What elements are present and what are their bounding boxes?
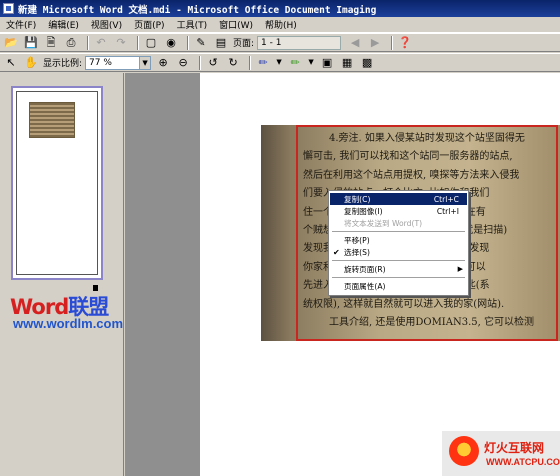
menu-separator — [332, 231, 465, 232]
reading-view-icon[interactable]: ▤ — [213, 35, 229, 50]
menu-item-label: 复制图像(I) — [344, 206, 383, 216]
toolbar-separator — [391, 35, 394, 50]
scan-line: 统权限), 这样就自然就可以进入我的家(网站). — [303, 298, 505, 310]
annotation-toolbar: ↖ ✋ 显示比例: 77 % ▼ ⊕ ⊖ ↺ ↻ ✏ ▼ ✏ ▼ ▣ ▦ ▩ — [0, 53, 560, 72]
menu-bar: 文件(F) 编辑(E) 视图(V) 页面(P) 工具(T) 窗口(W) 帮助(H… — [0, 17, 560, 33]
scan-line: 懈可击, 我们可以找和这个站同一服务器的站点, — [303, 151, 513, 163]
menu-item-label: 将文本发送到 Word(T) — [344, 218, 423, 228]
watermark-url: WWW.ATCPU.COM — [486, 457, 560, 467]
menu-item-copy-image[interactable]: 复制图像(I) Ctrl+I — [330, 205, 467, 217]
toolbar-separator — [87, 35, 89, 50]
watermark: 灯火互联网 WWW.ATCPU.COM — [442, 431, 560, 476]
menu-help[interactable]: 帮助(H) — [259, 18, 303, 31]
menu-page[interactable]: 页面(P) — [128, 18, 170, 31]
scan-line: 4.旁注. 如果入侵某站时发现这个站坚固得无 — [329, 133, 525, 144]
prev-page-icon[interactable]: ◀ — [347, 35, 363, 50]
chevron-down-icon[interactable]: ▼ — [307, 55, 315, 70]
annotation-icon[interactable]: ▩ — [359, 55, 375, 70]
chevron-down-icon[interactable]: ▼ — [139, 56, 151, 69]
menu-tools[interactable]: 工具(T) — [171, 18, 214, 31]
menu-item-pan[interactable]: 平移(P) — [330, 234, 467, 246]
menu-item-shortcut: Ctrl+I — [436, 206, 459, 216]
menu-item-label: 复制(C) — [344, 194, 371, 204]
print-icon[interactable]: ⎙ — [63, 35, 79, 50]
menu-item-page-properties[interactable]: 页面属性(A) — [330, 280, 467, 292]
help-icon[interactable]: ❓ — [397, 35, 413, 50]
zoom-out-icon[interactable]: ⊖ — [175, 55, 191, 70]
menu-item-label: 页面属性(A) — [344, 281, 386, 291]
rotate-right-icon[interactable]: ↻ — [225, 55, 241, 70]
menu-item-label: 旋转页面(R) — [344, 264, 386, 274]
watermark-name: 灯火互联网 — [484, 441, 545, 455]
print-preview-icon[interactable]: 🗎 — [43, 35, 59, 50]
zoom-label: 显示比例: — [43, 59, 83, 69]
menu-item-label: 选择(S) — [344, 247, 370, 257]
menu-file[interactable]: 文件(F) — [0, 18, 42, 31]
zoom-value: 77 % — [89, 57, 112, 68]
thumbnail-image — [29, 102, 75, 138]
hand-icon[interactable]: ✋ — [23, 55, 39, 70]
toolbar-separator — [137, 35, 139, 50]
menu-item-label: 平移(P) — [344, 235, 370, 245]
menu-window[interactable]: 窗口(W) — [213, 18, 259, 31]
title-bar: 新建 Microsoft Word 文档.mdi - Microsoft Off… — [0, 0, 560, 17]
zoom-select[interactable]: 77 % ▼ — [85, 55, 152, 70]
menu-separator — [332, 260, 465, 261]
redo-icon[interactable]: ↷ — [113, 35, 129, 50]
save-icon[interactable]: 💾 — [23, 35, 39, 50]
page-label: 页面: — [233, 39, 255, 49]
menu-item-select[interactable]: ✔ 选择(S) — [330, 246, 467, 258]
find-icon[interactable]: ◉ — [163, 35, 179, 50]
rotate-left-icon[interactable]: ↺ — [205, 55, 221, 70]
scan-line: 工具介绍, 还是使用DOMIAN3.5, 它可以检测 — [329, 316, 534, 328]
thumbnail-page — [16, 91, 98, 275]
open-icon[interactable]: 📂 — [3, 35, 19, 50]
thumbnail-pane: Word联盟 www.wordlm.com — [0, 73, 124, 476]
zoom-in-icon[interactable]: ⊕ — [155, 55, 171, 70]
window-title: 新建 Microsoft Word 文档.mdi - Microsoft Off… — [18, 4, 377, 16]
submenu-arrow-icon: ▶ — [457, 265, 463, 273]
menu-item-rotate-page[interactable]: 旋转页面(R) ▶ — [330, 263, 467, 275]
app-icon — [3, 3, 14, 14]
undo-icon[interactable]: ↶ — [93, 35, 109, 50]
next-page-icon[interactable]: ▶ — [367, 35, 383, 50]
page-thumbnail[interactable] — [11, 86, 103, 280]
menu-item-send-to-word: 将文本发送到 Word(T) — [330, 217, 467, 229]
menu-edit[interactable]: 编辑(E) — [42, 18, 85, 31]
standard-toolbar: 📂 💾 🗎 ⎙ ↶ ↷ ▢ ◉ ✎ ▤ 页面: 1 - 1 ◀ ▶ ❓ — [0, 33, 560, 52]
menu-separator — [332, 277, 465, 278]
picture-icon[interactable]: ▦ — [339, 55, 355, 70]
menu-view[interactable]: 视图(V) — [85, 18, 128, 31]
toolbar-separator — [249, 55, 252, 70]
text-box-icon[interactable]: ▣ — [319, 55, 335, 70]
toolbar-separator — [199, 55, 202, 70]
brand-url: www.wordlm.com — [13, 316, 124, 331]
page-field[interactable]: 1 - 1 — [257, 35, 342, 50]
check-icon: ✔ — [333, 247, 340, 257]
pen-icon[interactable]: ✏ — [255, 55, 271, 70]
menu-item-copy[interactable]: 复制(C) Ctrl+C — [330, 193, 467, 205]
flame-icon — [449, 436, 479, 466]
highlighter-icon[interactable]: ✏ — [287, 55, 303, 70]
context-menu: 复制(C) Ctrl+C 复制图像(I) Ctrl+I 将文本发送到 Word(… — [328, 190, 469, 296]
scan-line: 然后在利用这个站点用提权, 嗅探等方法来入侵我 — [303, 169, 520, 181]
select-icon[interactable]: ▢ — [143, 35, 159, 50]
menu-item-shortcut: Ctrl+C — [433, 194, 459, 204]
toolbar-separator — [187, 35, 189, 50]
pointer-icon[interactable]: ↖ — [3, 55, 19, 70]
splitter-area — [125, 73, 200, 476]
chevron-down-icon[interactable]: ▼ — [275, 55, 283, 70]
send-to-word-icon[interactable]: ✎ — [193, 35, 209, 50]
